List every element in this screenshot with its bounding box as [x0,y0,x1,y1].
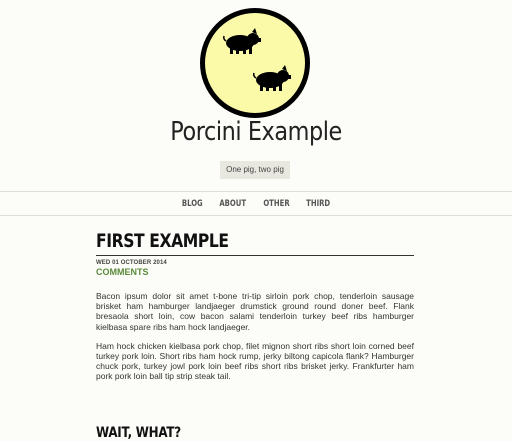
blog-post: FIRST EXAMPLE WED 01 OCTOBER 2014 COMMEN… [96,230,414,382]
nav-item-about[interactable]: ABOUT [219,193,246,216]
site-tagline: One pig, two pig [220,161,290,179]
title-divider [96,255,414,256]
nav-item-other[interactable]: OTHER [263,193,289,216]
main-nav: BLOG ABOUT OTHER THIRD [0,191,512,216]
comments-link[interactable]: COMMENTS [96,267,414,277]
post-paragraph: Ham hock chicken kielbasa pork chop, fil… [96,340,414,382]
post-date: WED 01 OCTOBER 2014 [96,260,167,266]
next-post-title[interactable]: WAIT, WHAT? [96,425,181,441]
nav-item-third[interactable]: THIRD [306,193,330,216]
pig-logo-icon [223,28,291,91]
site-title[interactable]: Porcini Example [36,117,476,147]
post-paragraph: Bacon ipsum dolor sit amet t-bone tri-ti… [96,291,414,332]
post-title[interactable]: FIRST EXAMPLE [96,230,357,254]
site-logo[interactable] [200,8,310,118]
nav-item-blog[interactable]: BLOG [181,193,202,216]
